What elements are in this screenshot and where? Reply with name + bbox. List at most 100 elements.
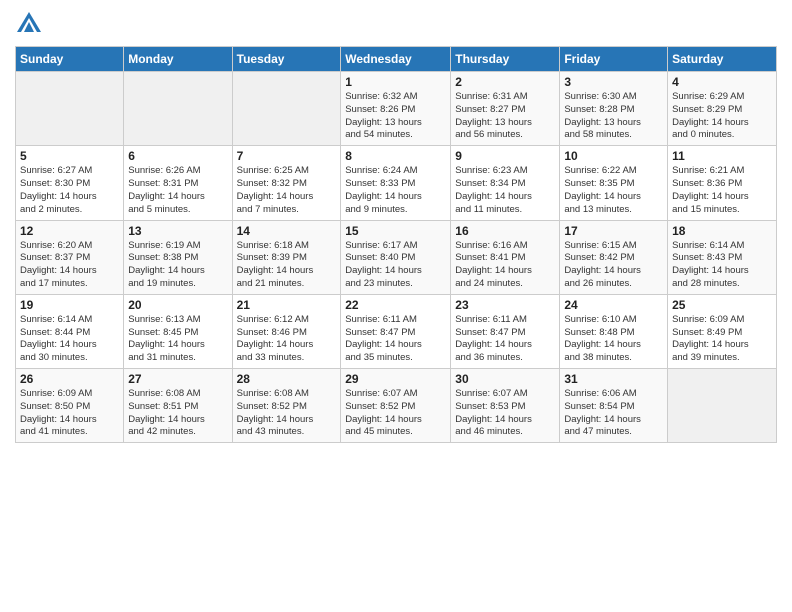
day-info: Sunrise: 6:09 AMSunset: 8:50 PMDaylight:… xyxy=(20,388,119,439)
day-info: Sunrise: 6:29 AMSunset: 8:29 PMDaylight:… xyxy=(672,91,772,142)
day-number: 18 xyxy=(672,224,772,238)
day-number: 24 xyxy=(564,298,663,312)
calendar-cell: 9Sunrise: 6:23 AMSunset: 8:34 PMDaylight… xyxy=(451,146,560,220)
calendar-week-row: 5Sunrise: 6:27 AMSunset: 8:30 PMDaylight… xyxy=(16,146,777,220)
calendar-cell: 17Sunrise: 6:15 AMSunset: 8:42 PMDayligh… xyxy=(560,220,668,294)
calendar-cell xyxy=(232,72,341,146)
day-number: 6 xyxy=(128,149,227,163)
day-number: 17 xyxy=(564,224,663,238)
calendar-cell: 3 Sunrise: 6:30 AMSunset: 8:28 PMDaylight… xyxy=(560,72,668,146)
calendar-cell: 30 Sunrise: 6:07 AMSunset: 8:53 PMDayligh… xyxy=(451,369,560,443)
calendar-cell: 19Sunrise: 6:14 AMSunset: 8:44 PMDayligh… xyxy=(16,294,124,368)
day-number: 21 xyxy=(237,298,337,312)
day-info: Sunrise: 6:14 AMSunset: 8:44 PMDaylight:… xyxy=(20,314,119,365)
calendar-cell: 16Sunrise: 6:16 AMSunset: 8:41 PMDayligh… xyxy=(451,220,560,294)
day-info: Sunrise: 6:26 AMSunset: 8:31 PMDaylight:… xyxy=(128,165,227,216)
day-number: 13 xyxy=(128,224,227,238)
day-info: Sunrise: 6:07 AMSunset: 8:53 PMDaylight:… xyxy=(455,388,555,439)
col-thursday: Thursday xyxy=(451,47,560,72)
day-number: 11 xyxy=(672,149,772,163)
day-info: Sunrise: 6:17 AMSunset: 8:40 PMDaylight:… xyxy=(345,240,446,291)
calendar-cell: 24Sunrise: 6:10 AMSunset: 8:48 PMDayligh… xyxy=(560,294,668,368)
day-info: Sunrise: 6:13 AMSunset: 8:45 PMDaylight:… xyxy=(128,314,227,365)
day-number: 1 xyxy=(345,75,446,89)
day-info: Sunrise: 6:18 AMSunset: 8:39 PMDaylight:… xyxy=(237,240,337,291)
day-number: 5 xyxy=(20,149,119,163)
day-number: 16 xyxy=(455,224,555,238)
calendar-week-row: 12 Sunrise: 6:20 AMSunset: 8:37 PMDayligh… xyxy=(16,220,777,294)
day-number: 27 xyxy=(128,372,227,386)
calendar-header-row: Sunday Monday Tuesday Wednesday Thursday… xyxy=(16,47,777,72)
col-tuesday: Tuesday xyxy=(232,47,341,72)
day-info: Sunrise: 6:06 AMSunset: 8:54 PMDaylight:… xyxy=(564,388,663,439)
day-number: 20 xyxy=(128,298,227,312)
calendar-cell: 2 Sunrise: 6:31 AMSunset: 8:27 PMDaylight… xyxy=(451,72,560,146)
day-info: Sunrise: 6:30 AMSunset: 8:28 PMDaylight:… xyxy=(564,91,663,142)
day-number: 29 xyxy=(345,372,446,386)
page: Sunday Monday Tuesday Wednesday Thursday… xyxy=(0,0,792,612)
calendar-cell: 6 Sunrise: 6:26 AMSunset: 8:31 PMDaylight… xyxy=(124,146,232,220)
day-number: 31 xyxy=(564,372,663,386)
day-number: 22 xyxy=(345,298,446,312)
day-number: 12 xyxy=(20,224,119,238)
day-number: 26 xyxy=(20,372,119,386)
calendar-cell: 26 Sunrise: 6:09 AMSunset: 8:50 PMDayligh… xyxy=(16,369,124,443)
calendar-week-row: 26 Sunrise: 6:09 AMSunset: 8:50 PMDayligh… xyxy=(16,369,777,443)
day-number: 8 xyxy=(345,149,446,163)
logo-icon xyxy=(15,10,43,38)
calendar-cell xyxy=(124,72,232,146)
day-info: Sunrise: 6:20 AMSunset: 8:37 PMDaylight:… xyxy=(20,240,119,291)
day-info: Sunrise: 6:12 AMSunset: 8:46 PMDaylight:… xyxy=(237,314,337,365)
day-number: 3 xyxy=(564,75,663,89)
day-info: Sunrise: 6:21 AMSunset: 8:36 PMDaylight:… xyxy=(672,165,772,216)
day-info: Sunrise: 6:31 AMSunset: 8:27 PMDaylight:… xyxy=(455,91,555,142)
calendar-cell: 12 Sunrise: 6:20 AMSunset: 8:37 PMDayligh… xyxy=(16,220,124,294)
day-number: 10 xyxy=(564,149,663,163)
day-number: 30 xyxy=(455,372,555,386)
day-number: 23 xyxy=(455,298,555,312)
col-monday: Monday xyxy=(124,47,232,72)
day-info: Sunrise: 6:11 AMSunset: 8:47 PMDaylight:… xyxy=(345,314,446,365)
calendar-cell: 23 Sunrise: 6:11 AMSunset: 8:47 PMDayligh… xyxy=(451,294,560,368)
day-info: Sunrise: 6:32 AMSunset: 8:26 PMDaylight:… xyxy=(345,91,446,142)
calendar-cell: 18 Sunrise: 6:14 AMSunset: 8:43 PMDayligh… xyxy=(668,220,777,294)
calendar-week-row: 1 Sunrise: 6:32 AMSunset: 8:26 PMDaylight… xyxy=(16,72,777,146)
day-number: 14 xyxy=(237,224,337,238)
day-number: 2 xyxy=(455,75,555,89)
calendar-cell xyxy=(668,369,777,443)
day-info: Sunrise: 6:08 AMSunset: 8:51 PMDaylight:… xyxy=(128,388,227,439)
day-number: 15 xyxy=(345,224,446,238)
calendar-cell: 20 Sunrise: 6:13 AMSunset: 8:45 PMDayligh… xyxy=(124,294,232,368)
calendar-cell: 8 Sunrise: 6:24 AMSunset: 8:33 PMDaylight… xyxy=(341,146,451,220)
calendar-cell: 4 Sunrise: 6:29 AMSunset: 8:29 PMDaylight… xyxy=(668,72,777,146)
calendar-cell: 5Sunrise: 6:27 AMSunset: 8:30 PMDaylight… xyxy=(16,146,124,220)
day-number: 28 xyxy=(237,372,337,386)
day-number: 4 xyxy=(672,75,772,89)
calendar-cell: 27 Sunrise: 6:08 AMSunset: 8:51 PMDayligh… xyxy=(124,369,232,443)
calendar-cell: 28 Sunrise: 6:08 AMSunset: 8:52 PMDayligh… xyxy=(232,369,341,443)
day-info: Sunrise: 6:11 AMSunset: 8:47 PMDaylight:… xyxy=(455,314,555,365)
calendar-cell: 11 Sunrise: 6:21 AMSunset: 8:36 PMDayligh… xyxy=(668,146,777,220)
day-number: 25 xyxy=(672,298,772,312)
day-info: Sunrise: 6:08 AMSunset: 8:52 PMDaylight:… xyxy=(237,388,337,439)
col-saturday: Saturday xyxy=(668,47,777,72)
col-friday: Friday xyxy=(560,47,668,72)
col-wednesday: Wednesday xyxy=(341,47,451,72)
day-info: Sunrise: 6:09 AMSunset: 8:49 PMDaylight:… xyxy=(672,314,772,365)
day-info: Sunrise: 6:14 AMSunset: 8:43 PMDaylight:… xyxy=(672,240,772,291)
day-info: Sunrise: 6:19 AMSunset: 8:38 PMDaylight:… xyxy=(128,240,227,291)
header xyxy=(15,10,777,38)
logo xyxy=(15,10,47,38)
calendar-cell: 15 Sunrise: 6:17 AMSunset: 8:40 PMDayligh… xyxy=(341,220,451,294)
calendar-cell: 14 Sunrise: 6:18 AMSunset: 8:39 PMDayligh… xyxy=(232,220,341,294)
col-sunday: Sunday xyxy=(16,47,124,72)
calendar-cell: 7Sunrise: 6:25 AMSunset: 8:32 PMDaylight… xyxy=(232,146,341,220)
calendar-cell: 25 Sunrise: 6:09 AMSunset: 8:49 PMDayligh… xyxy=(668,294,777,368)
calendar-week-row: 19Sunrise: 6:14 AMSunset: 8:44 PMDayligh… xyxy=(16,294,777,368)
day-number: 9 xyxy=(455,149,555,163)
calendar-cell xyxy=(16,72,124,146)
day-info: Sunrise: 6:22 AMSunset: 8:35 PMDaylight:… xyxy=(564,165,663,216)
calendar-cell: 13 Sunrise: 6:19 AMSunset: 8:38 PMDayligh… xyxy=(124,220,232,294)
calendar-cell: 22 Sunrise: 6:11 AMSunset: 8:47 PMDayligh… xyxy=(341,294,451,368)
day-info: Sunrise: 6:24 AMSunset: 8:33 PMDaylight:… xyxy=(345,165,446,216)
